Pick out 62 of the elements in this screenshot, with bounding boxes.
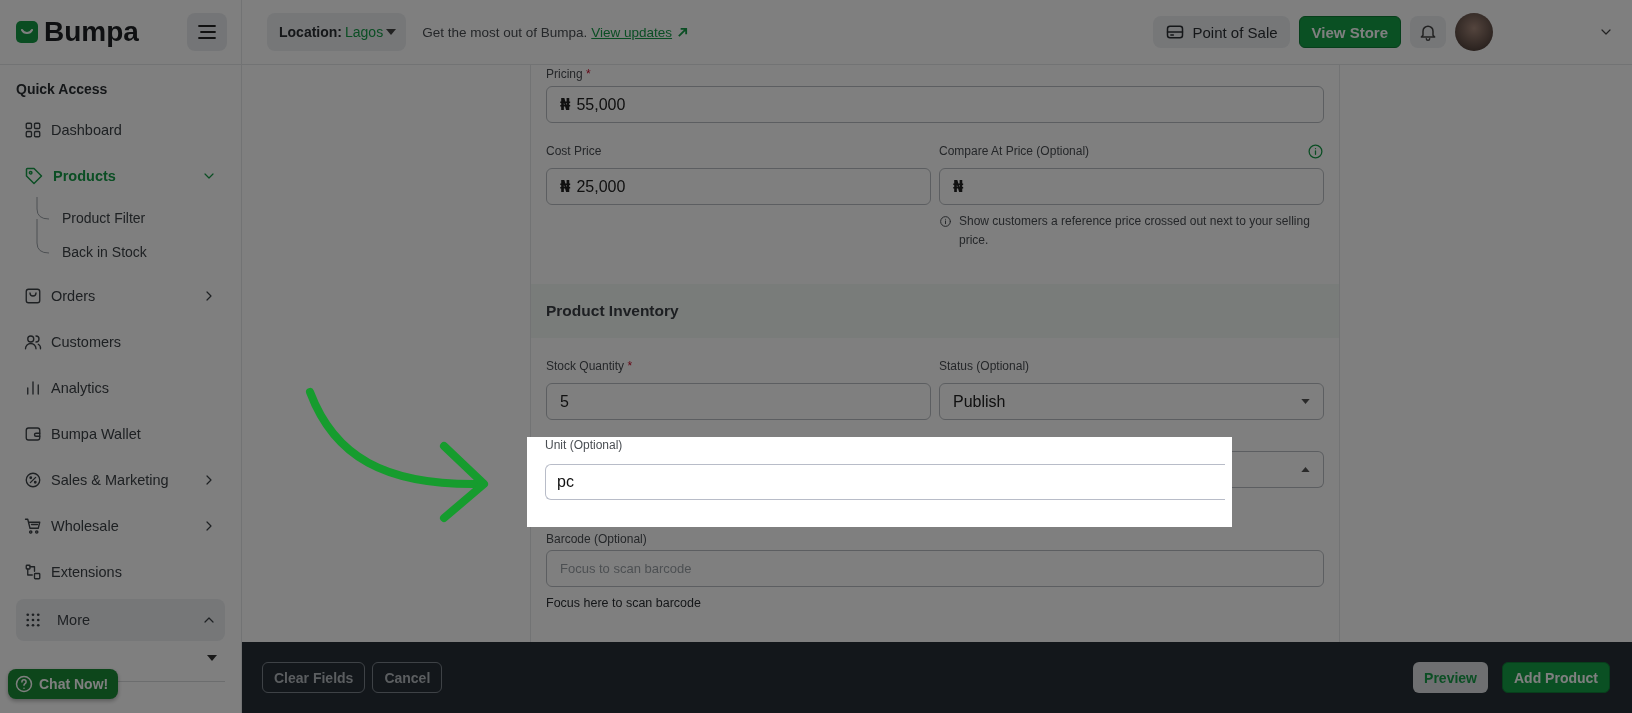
info-icon bbox=[939, 215, 952, 228]
hint-text: Show customers a reference price crossed out next to your selling price. bbox=[959, 213, 1311, 249]
sidebar-item[interactable]: More bbox=[16, 599, 225, 641]
logo-icon bbox=[16, 21, 38, 43]
caret-down-icon[interactable] bbox=[207, 655, 217, 661]
unit-field[interactable]: pc bbox=[545, 464, 1225, 500]
sidebar-item[interactable]: Orders bbox=[16, 273, 225, 319]
wallet-icon bbox=[24, 425, 42, 443]
footer-button[interactable]: Clear Fields bbox=[262, 662, 366, 693]
barcode-hint: Focus here to scan barcode bbox=[546, 596, 702, 610]
dots-grid-icon bbox=[24, 611, 42, 629]
required-mark: * bbox=[586, 67, 591, 81]
sidebar-item[interactable]: Sales & Marketing bbox=[16, 457, 225, 503]
sidebar-item[interactable]: Wholesale bbox=[16, 503, 225, 549]
sidebar-item[interactable]: Products bbox=[16, 153, 225, 199]
view-updates-link[interactable]: View updates bbox=[591, 24, 689, 40]
field-label: Unit (Optional) bbox=[545, 438, 623, 452]
info-icon bbox=[1307, 142, 1324, 160]
sidebar-item[interactable]: Customers bbox=[16, 319, 225, 365]
bag-icon bbox=[24, 287, 42, 305]
field-label: Status (Optional) bbox=[939, 359, 1030, 373]
point-of-sale-button[interactable]: Point of Sale bbox=[1152, 16, 1290, 48]
arrow-up-right-icon bbox=[677, 26, 689, 38]
view-store-button[interactable]: View Store bbox=[1298, 16, 1401, 48]
field-label: Pricing * bbox=[546, 67, 591, 81]
logo-text: Bumpa bbox=[44, 16, 139, 48]
avatar[interactable] bbox=[1455, 13, 1493, 51]
chat-now-button[interactable]: Chat Now! bbox=[8, 669, 119, 699]
footer-button[interactable]: Add Product bbox=[1502, 662, 1610, 693]
help-circle-icon bbox=[14, 674, 34, 694]
location-selector[interactable]: Location: Lagos bbox=[267, 13, 407, 51]
field-label: Barcode (Optional) bbox=[546, 532, 647, 546]
sidebar-item[interactable]: Dashboard bbox=[16, 107, 225, 153]
notifications-button[interactable] bbox=[1410, 16, 1446, 48]
bar-chart-icon bbox=[24, 379, 42, 397]
field-label: Stock Quantity * bbox=[546, 359, 633, 373]
users-icon bbox=[24, 333, 42, 351]
sidebar-item[interactable]: Analytics bbox=[16, 365, 225, 411]
caret-down-icon bbox=[1301, 399, 1310, 404]
section-header: Product Inventory bbox=[531, 284, 1339, 338]
card-reader-icon bbox=[1164, 22, 1185, 42]
sidebar-subitem[interactable]: Back in Stock bbox=[62, 235, 225, 269]
status-select[interactable]: Publish bbox=[939, 383, 1324, 420]
cost-price-field[interactable]: ₦ 25,000 bbox=[546, 168, 931, 205]
grid-icon bbox=[24, 121, 42, 139]
field-label: Compare At Price (Optional) bbox=[939, 144, 1090, 158]
stock-quantity-field[interactable]: 5 bbox=[546, 383, 931, 420]
footer-button[interactable]: Cancel bbox=[372, 662, 443, 693]
promo-text: Get the most out of Bumpa. bbox=[422, 24, 588, 40]
section-title: Quick Access bbox=[16, 81, 109, 97]
caret-down-icon bbox=[386, 29, 397, 35]
sidebar-item[interactable]: Bumpa Wallet bbox=[16, 411, 225, 457]
cart-icon bbox=[24, 517, 42, 535]
compare-price-field[interactable]: ₦ bbox=[939, 168, 1324, 205]
percent-icon bbox=[24, 471, 42, 489]
sidebar-item[interactable]: Extensions bbox=[16, 549, 225, 595]
tag-icon bbox=[24, 166, 44, 186]
pricing-field[interactable]: ₦ 55,000 bbox=[546, 86, 1324, 123]
menu-button[interactable] bbox=[187, 13, 227, 51]
required-mark: * bbox=[627, 359, 633, 373]
sidebar-subitem[interactable]: Product Filter bbox=[62, 201, 225, 235]
field-label: Cost Price bbox=[546, 144, 602, 158]
